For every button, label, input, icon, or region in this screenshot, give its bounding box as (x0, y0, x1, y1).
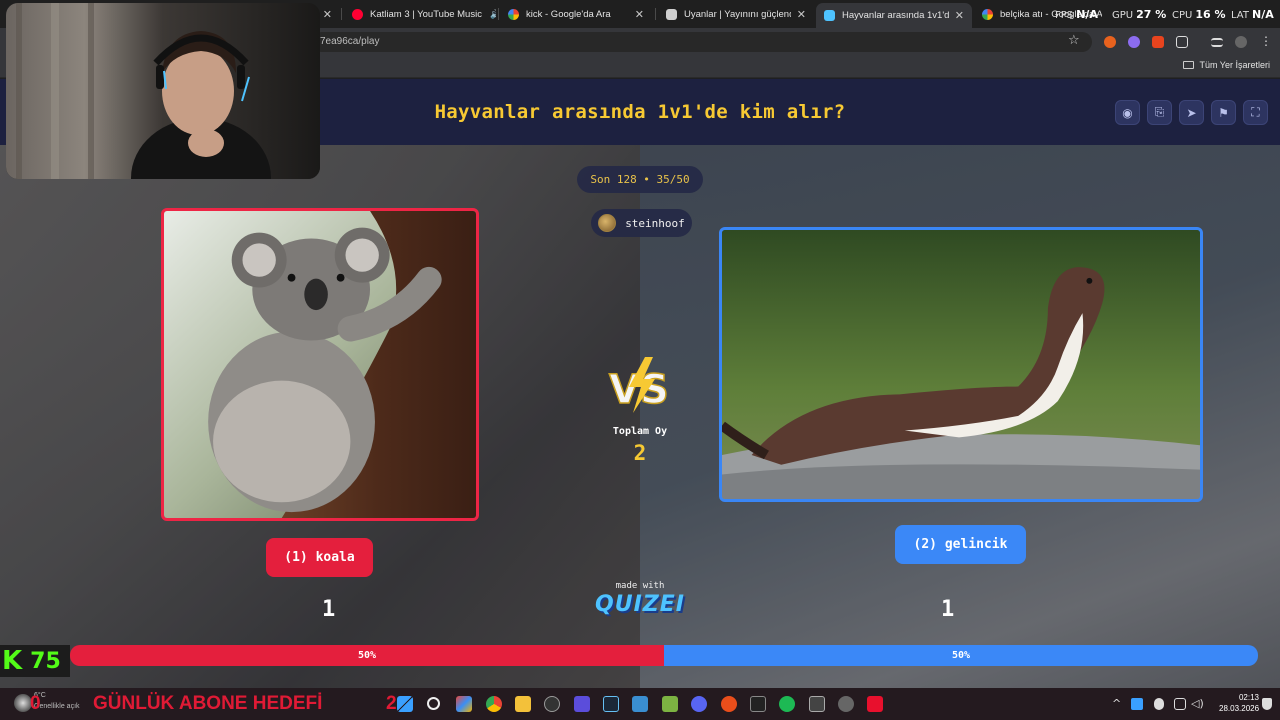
vote-left-button[interactable]: (1) koala (266, 538, 373, 577)
weather-desc: Genellikle açık (34, 703, 80, 710)
app-icon[interactable] (809, 696, 825, 712)
search-icon[interactable] (427, 697, 440, 710)
vote-progress-bar: 50% 50% (70, 645, 1258, 666)
system-clock[interactable]: 02:13 28.03.2026 (1219, 692, 1259, 714)
quizei-logo[interactable]: QUIZEI (580, 592, 700, 617)
app-icon[interactable] (721, 696, 737, 712)
right-vote-count: 1 (941, 597, 955, 622)
shield-icon (666, 8, 677, 20)
weasel-image (722, 230, 1200, 499)
extension-icon[interactable] (1152, 36, 1164, 48)
copilot-icon[interactable] (456, 696, 472, 712)
all-bookmarks-button[interactable]: Tüm Yer İşaretleri (1183, 60, 1270, 70)
microphone-icon[interactable] (1154, 698, 1164, 710)
media-controls-icon[interactable] (1211, 38, 1223, 47)
app-icon[interactable] (867, 696, 883, 712)
round-badge: Son 128 • 35/50 (577, 166, 703, 193)
goal-target: 2 (386, 693, 397, 714)
share-icon[interactable]: ⎘ (1147, 100, 1172, 125)
bookmark-star-icon[interactable]: ☆ (1068, 33, 1080, 48)
discord-icon[interactable] (691, 696, 707, 712)
gpu-readout: GPU 27 % (1112, 8, 1167, 21)
volume-icon[interactable]: ◁) (1191, 697, 1204, 710)
browser-tab-3[interactable]: kick - Google'da Ara ✕ (500, 3, 652, 25)
spotify-icon[interactable] (779, 696, 795, 712)
app-icon[interactable] (574, 696, 590, 712)
latency-readout: LAT N/A (1231, 8, 1274, 21)
fullscreen-icon[interactable]: ⛶ (1243, 100, 1268, 125)
app-icon[interactable] (632, 696, 648, 712)
folder-icon (1183, 61, 1195, 69)
versus-icon: VS (608, 357, 670, 414)
puzzle-icon[interactable] (1176, 36, 1188, 48)
youtube-music-icon (352, 8, 363, 20)
screen: ⌄ ✕ Katliam 3 | YouTube Music 🔊 ✕ kick -… (0, 0, 1280, 720)
kick-count: 75 (30, 648, 61, 674)
tab-label: kick - Google'da Ara (526, 8, 611, 20)
cpu-readout: CPU 16 % (1172, 8, 1226, 21)
tab-label: Hayvanlar arasında 1v1'de kim (842, 10, 949, 21)
kick-follower-widget: K 75 (0, 645, 70, 677)
eye-icon[interactable]: ◉ (1115, 100, 1140, 125)
right-percent-bar: 50% (664, 645, 1258, 666)
left-percent-bar: 50% (70, 645, 664, 666)
total-votes-value: 2 (633, 441, 647, 465)
send-icon[interactable]: ➤ (1179, 100, 1204, 125)
notification-bell-icon[interactable] (1262, 698, 1272, 710)
user-badge: steinhoof (591, 209, 692, 237)
google-icon (982, 8, 993, 20)
fps-readout: FPS N/A (1055, 8, 1098, 21)
tab-label: Katliam 3 | YouTube Music (370, 8, 482, 20)
close-icon[interactable]: ✕ (629, 8, 644, 21)
speaker-icon[interactable]: 🔊 (490, 9, 496, 20)
goal-title: GÜNLÜK ABONE HEDEFİ (93, 693, 323, 714)
github-icon[interactable] (544, 696, 560, 712)
steam-icon[interactable] (603, 696, 619, 712)
quizei-icon (824, 10, 835, 21)
vote-right-button[interactable]: (2) gelincik (895, 525, 1026, 564)
browser-tab-active[interactable]: Hayvanlar arasında 1v1'de kim ✕ (816, 3, 972, 28)
kebab-menu-icon[interactable]: ⋮ (1260, 35, 1272, 48)
flag-icon[interactable]: ⚑ (1211, 100, 1236, 125)
chrome-icon[interactable] (486, 696, 502, 712)
extension-icon[interactable] (1104, 36, 1116, 48)
option-right-image[interactable] (719, 227, 1203, 502)
close-icon[interactable]: ✕ (791, 8, 806, 21)
option-left-image[interactable] (161, 208, 479, 521)
extension-icon[interactable] (1128, 36, 1140, 48)
webcam-overlay (6, 3, 320, 179)
browser-tab-4[interactable]: Uyanlar | Yayınını güçlendirmek ✕ (658, 3, 814, 25)
kick-logo-icon: K (2, 646, 23, 676)
username: steinhoof (625, 216, 685, 230)
settings-icon[interactable] (838, 696, 854, 712)
left-vote-count: 1 (322, 597, 336, 622)
webcam-feed (6, 3, 320, 179)
chevron-up-icon[interactable]: ^ (1112, 697, 1121, 710)
windows-start-icon[interactable] (397, 696, 413, 712)
app-icon[interactable] (662, 696, 678, 712)
url-field[interactable]: 7ea96ca/play (312, 32, 1092, 52)
made-with-label: made with (615, 581, 665, 591)
tab-label: Uyanlar | Yayınını güçlendirmek (684, 8, 791, 20)
avatar (598, 214, 617, 232)
total-votes-label: Toplam Oy (612, 426, 668, 437)
file-explorer-icon[interactable] (515, 696, 531, 712)
goal-current: 0 (30, 693, 41, 714)
close-icon[interactable]: ✕ (949, 9, 964, 22)
display-icon[interactable] (1174, 698, 1186, 710)
browser-tab-2[interactable]: Katliam 3 | YouTube Music 🔊 ✕ (344, 3, 496, 25)
app-icon[interactable] (750, 696, 766, 712)
google-icon (508, 8, 519, 20)
tray-app-icon[interactable] (1131, 698, 1143, 710)
koala-image (164, 211, 476, 518)
profile-icon[interactable] (1235, 36, 1247, 48)
